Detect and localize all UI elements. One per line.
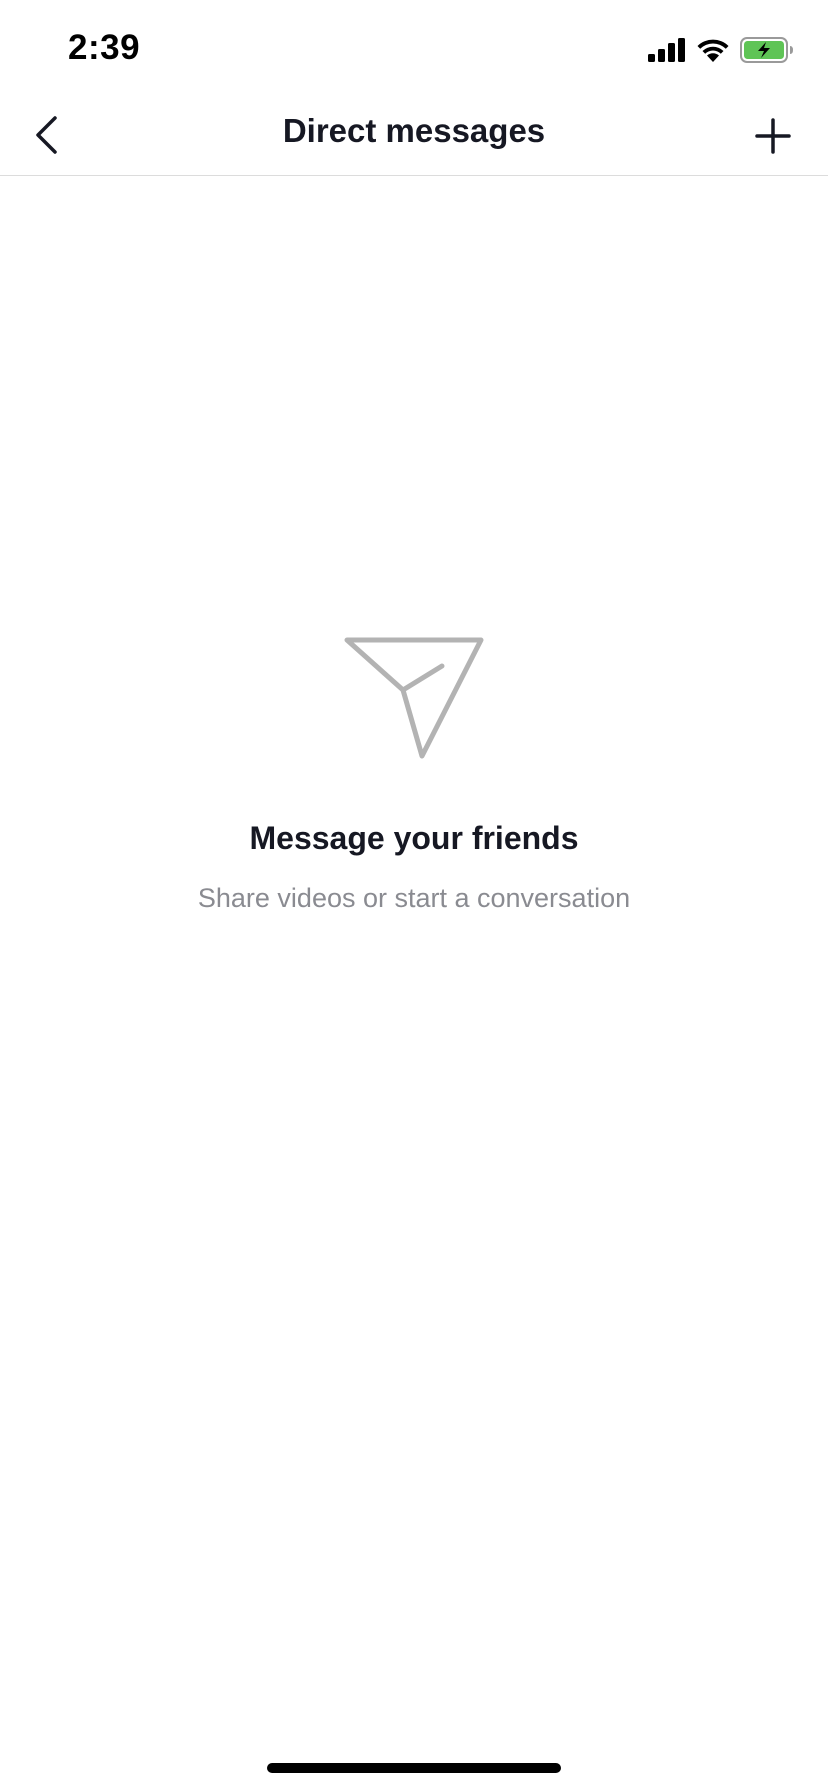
home-indicator (267, 1763, 561, 1773)
plus-icon (755, 118, 791, 154)
empty-state: Message your friends Share videos or sta… (0, 630, 828, 914)
status-bar: 2:39 (0, 0, 828, 96)
paper-plane-icon (344, 637, 484, 759)
wifi-icon (697, 39, 729, 62)
status-time: 2:39 (68, 28, 141, 67)
empty-state-subtitle: Share videos or start a conversation (197, 883, 631, 913)
new-message-button[interactable] (748, 111, 798, 161)
page-title: Direct messages (282, 112, 546, 149)
nav-bar: Direct messages (0, 96, 828, 176)
empty-state-title: Message your friends (249, 820, 579, 856)
cellular-signal-icon (648, 38, 685, 62)
battery-charging-icon (740, 37, 793, 63)
status-icons (648, 36, 794, 64)
